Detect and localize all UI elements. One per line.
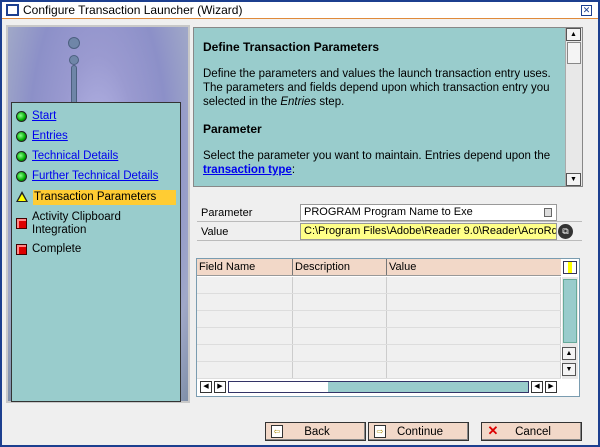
value-input[interactable]: C:\Program Files\Adobe\Reader 9.0\Reader… [300,223,557,240]
table-row[interactable] [197,345,561,362]
green-status-icon [16,171,27,182]
value-row: Value C:\Program Files\Adobe\Reader 9.0\… [197,223,582,241]
scroll-down-icon[interactable]: ▼ [562,363,576,376]
green-status-icon [16,151,27,162]
back-icon: ⇦ [271,425,283,438]
scroll-down-icon[interactable]: ▼ [566,173,581,186]
info-scrollbar[interactable]: ▲ ▼ [565,28,582,186]
scroll-right-icon[interactable]: ▶ [214,381,226,393]
table-row[interactable] [197,294,561,311]
green-status-icon [16,131,27,142]
scroll-right-icon[interactable]: ▶ [545,381,557,393]
parameter-row: Parameter PROGRAM Program Name to Exe [197,204,582,222]
scroll-left-icon[interactable]: ◀ [200,381,212,393]
table-row[interactable] [197,277,561,294]
back-button[interactable]: ⇦ Back [265,422,366,441]
column-header-value[interactable]: Value [387,259,561,275]
column-header-description[interactable]: Description [293,259,387,275]
step-complete: Complete [12,240,180,260]
dropdown-icon[interactable] [544,208,552,217]
step-transaction-parameters: Transaction Parameters [12,187,180,208]
continue-button[interactable]: ⇨ Continue [368,422,469,441]
cancel-x-icon: ✕ [487,423,499,438]
table-row[interactable] [197,328,561,345]
table-vertical-scrollbar[interactable]: ▲ ▼ [562,277,578,379]
table-horizontal-scrollbar[interactable]: ◀ ▶ ◀ ▶ [200,381,557,393]
wizard-step-panel: Start Entries Technical Details Further … [6,25,190,403]
step-technical-details[interactable]: Technical Details [12,147,180,167]
step-start[interactable]: Start [12,107,180,127]
scroll-up-icon[interactable]: ▲ [566,28,581,41]
scroll-up-icon[interactable]: ▲ [562,347,576,360]
close-icon[interactable]: ✕ [581,5,592,16]
column-settings-icon[interactable] [563,261,577,274]
step-activity-clipboard: Activity Clipboard Integration [12,208,180,240]
info-heading: Define Transaction Parameters [203,40,380,54]
scroll-track[interactable] [228,381,529,393]
step-further-technical-details[interactable]: Further Technical Details [12,167,180,187]
table-row[interactable] [197,311,561,328]
title-bar: Configure Transaction Launcher (Wizard) … [2,2,598,19]
parameter-dropdown[interactable]: PROGRAM Program Name to Exe [300,204,557,221]
table-row[interactable] [197,362,561,379]
parameter-table: Field Name Description Value ▲ ▼ ◀ ▶ ◀ ▶ [196,258,580,397]
help-text-panel: Define Transaction Parameters Define the… [193,27,583,187]
info-paragraph-2: Select the parameter you want to maintai… [203,150,551,176]
info-paragraph: Define the parameters and values the lau… [203,68,551,108]
value-help-icon[interactable]: ⧉ [558,224,573,239]
step-entries[interactable]: Entries [12,127,180,147]
red-status-icon [16,244,27,255]
warning-triangle-icon [16,191,28,202]
column-header-field-name[interactable]: Field Name [197,259,293,275]
red-status-icon [16,218,27,229]
scroll-thumb[interactable] [567,42,581,64]
info-subheading: Parameter [203,122,262,136]
transaction-type-link[interactable]: transaction type [203,164,292,176]
table-rows [197,277,561,379]
scroll-left-icon[interactable]: ◀ [531,381,543,393]
step-list: Start Entries Technical Details Further … [11,102,181,402]
green-status-icon [16,111,27,122]
cancel-button[interactable]: ✕ Cancel [481,422,582,441]
window-title: Configure Transaction Launcher (Wizard) [23,3,243,17]
continue-icon: ⇨ [374,425,386,438]
window-icon [6,4,19,16]
